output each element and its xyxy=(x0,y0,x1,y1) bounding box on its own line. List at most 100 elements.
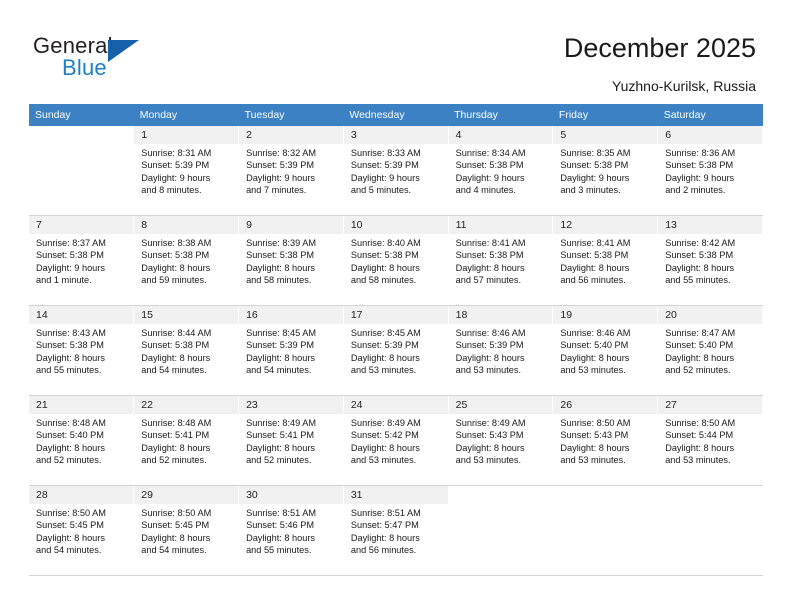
daylight-duration-line2: and 56 minutes. xyxy=(350,545,417,556)
calendar-day-cell[interactable]: 10 Sunrise: 8:40 AM Sunset: 5:38 PM Dayligh… xyxy=(343,215,449,306)
daylight-duration-line1: Daylight: 8 hours xyxy=(560,352,630,363)
calendar-day-cell[interactable]: 11 Sunrise: 8:41 AM Sunset: 5:38 PM Dayligh… xyxy=(448,215,554,306)
sunrise-time: Sunrise: 8:49 AM xyxy=(246,418,317,428)
calendar-day-cell[interactable] xyxy=(29,126,135,216)
sunset-time: Sunset: 5:38 PM xyxy=(455,250,524,261)
day-detail: Sunrise: 8:47 AM Sunset: 5:40 PM Daylight:… xyxy=(658,324,762,377)
calendar-day-cell[interactable]: 2 Sunrise: 8:32 AM Sunset: 5:39 PM Daylight… xyxy=(238,126,344,216)
sunset-time: Sunset: 5:39 PM xyxy=(455,340,524,351)
sunrise-time: Sunrise: 8:45 AM xyxy=(350,328,421,338)
calendar-day-cell[interactable]: 3 Sunrise: 8:33 AM Sunset: 5:39 PM Daylight… xyxy=(343,126,449,216)
calendar-day-cell[interactable]: 1 Sunrise: 8:31 AM Sunset: 5:39 PM Daylight… xyxy=(133,126,240,216)
calendar-day-cell[interactable]: 12 Sunrise: 8:41 AM Sunset: 5:38 PM Dayligh… xyxy=(552,215,659,306)
daylight-duration-line1: Daylight: 9 hours xyxy=(665,172,735,183)
calendar-day-cell[interactable]: 5 Sunrise: 8:35 AM Sunset: 5:38 PM Daylight… xyxy=(552,126,659,216)
calendar-day-cell[interactable]: 7 Sunrise: 8:37 AM Sunset: 5:38 PM Daylight… xyxy=(29,215,135,306)
calendar-day-cell[interactable]: 25 Sunrise: 8:49 AM Sunset: 5:43 PM Dayligh… xyxy=(448,395,554,486)
calendar-day-content: 18 Sunrise: 8:46 AM Sunset: 5:39 PM Dayligh… xyxy=(448,306,553,395)
calendar-day-cell[interactable]: 29 Sunrise: 8:50 AM Sunset: 5:45 PM Dayligh… xyxy=(133,485,240,576)
sunset-time: Sunset: 5:38 PM xyxy=(246,250,314,261)
sunrise-time: Sunrise: 8:43 AM xyxy=(36,328,106,338)
calendar-day-cell[interactable] xyxy=(552,485,659,576)
day-number: 25 xyxy=(448,396,553,414)
day-detail: Sunrise: 8:37 AM Sunset: 5:38 PM Daylight:… xyxy=(29,234,133,287)
sunset-time: Sunset: 5:39 PM xyxy=(246,340,314,351)
day-number: 19 xyxy=(553,306,658,324)
sunset-time: Sunset: 5:38 PM xyxy=(141,250,210,261)
sunset-time: Sunset: 5:38 PM xyxy=(455,160,524,171)
calendar-day-empty xyxy=(553,486,658,575)
weekday-header-monday: Monday xyxy=(133,104,239,126)
sunrise-time: Sunrise: 8:41 AM xyxy=(455,238,526,248)
daylight-duration-line2: and 8 minutes. xyxy=(141,185,202,196)
daylight-duration-line1: Daylight: 9 hours xyxy=(141,172,211,183)
calendar-day-cell[interactable]: 22 Sunrise: 8:48 AM Sunset: 5:41 PM Dayligh… xyxy=(133,395,240,486)
daylight-duration-line1: Daylight: 8 hours xyxy=(36,442,105,453)
daylight-duration-line1: Daylight: 8 hours xyxy=(350,532,420,543)
sunset-time: Sunset: 5:39 PM xyxy=(350,160,419,171)
calendar-day-content: 8 Sunrise: 8:38 AM Sunset: 5:38 PM Daylight… xyxy=(134,216,239,305)
calendar-day-cell[interactable]: 17 Sunrise: 8:45 AM Sunset: 5:39 PM Dayligh… xyxy=(343,305,449,396)
day-number: 5 xyxy=(553,126,658,144)
day-number: 17 xyxy=(343,306,448,324)
day-number: 26 xyxy=(553,396,658,414)
weekday-header-friday: Friday xyxy=(552,104,658,126)
day-detail: Sunrise: 8:41 AM Sunset: 5:38 PM Daylight:… xyxy=(449,234,553,287)
calendar-day-cell[interactable]: 18 Sunrise: 8:46 AM Sunset: 5:39 PM Dayligh… xyxy=(448,305,554,396)
calendar-body: 1 Sunrise: 8:31 AM Sunset: 5:39 PM Daylight… xyxy=(29,126,763,576)
calendar-day-cell[interactable]: 16 Sunrise: 8:45 AM Sunset: 5:39 PM Dayligh… xyxy=(238,305,344,396)
generalblue-logo[interactable]: General Blue xyxy=(33,33,213,83)
calendar-day-cell[interactable]: 15 Sunrise: 8:44 AM Sunset: 5:38 PM Dayligh… xyxy=(133,305,240,396)
sunset-time: Sunset: 5:45 PM xyxy=(141,520,210,531)
daylight-duration-line2: and 2 minutes. xyxy=(665,185,726,196)
day-detail: Sunrise: 8:50 AM Sunset: 5:43 PM Daylight:… xyxy=(553,414,657,467)
calendar-day-cell[interactable]: 4 Sunrise: 8:34 AM Sunset: 5:38 PM Daylight… xyxy=(448,126,554,216)
calendar-day-cell[interactable]: 30 Sunrise: 8:51 AM Sunset: 5:46 PM Dayligh… xyxy=(238,485,344,576)
calendar-day-cell[interactable]: 13 Sunrise: 8:42 AM Sunset: 5:38 PM Dayligh… xyxy=(657,215,763,306)
day-number: 14 xyxy=(29,306,134,324)
sunset-time: Sunset: 5:39 PM xyxy=(141,160,210,171)
daylight-duration-line2: and 7 minutes. xyxy=(246,185,307,196)
calendar-day-cell[interactable] xyxy=(448,485,554,576)
calendar-day-content: 27 Sunrise: 8:50 AM Sunset: 5:44 PM Dayligh… xyxy=(658,396,762,485)
calendar-day-cell[interactable]: 20 Sunrise: 8:47 AM Sunset: 5:40 PM Dayligh… xyxy=(657,305,763,396)
sunset-time: Sunset: 5:38 PM xyxy=(36,250,104,261)
day-number: 4 xyxy=(448,126,553,144)
calendar-day-cell[interactable]: 27 Sunrise: 8:50 AM Sunset: 5:44 PM Dayligh… xyxy=(657,395,763,486)
calendar-day-cell[interactable]: 8 Sunrise: 8:38 AM Sunset: 5:38 PM Daylight… xyxy=(133,215,240,306)
sunrise-time: Sunrise: 8:45 AM xyxy=(246,328,317,338)
calendar-day-cell[interactable]: 28 Sunrise: 8:50 AM Sunset: 5:45 PM Dayligh… xyxy=(29,485,135,576)
calendar-day-cell[interactable]: 26 Sunrise: 8:50 AM Sunset: 5:43 PM Dayligh… xyxy=(552,395,659,486)
sunset-time: Sunset: 5:46 PM xyxy=(246,520,314,531)
calendar-day-cell[interactable]: 6 Sunrise: 8:36 AM Sunset: 5:38 PM Daylight… xyxy=(657,126,763,216)
sunrise-time: Sunrise: 8:42 AM xyxy=(665,238,736,248)
calendar-header-row: Sunday Monday Tuesday Wednesday Thursday… xyxy=(29,104,763,126)
calendar-day-content: 24 Sunrise: 8:49 AM Sunset: 5:42 PM Dayligh… xyxy=(343,396,448,485)
calendar-day-content: 13 Sunrise: 8:42 AM Sunset: 5:38 PM Dayligh… xyxy=(658,216,762,305)
daylight-duration-line2: and 57 minutes. xyxy=(455,275,522,286)
daylight-duration-line2: and 56 minutes. xyxy=(560,275,626,286)
calendar-day-cell[interactable]: 24 Sunrise: 8:49 AM Sunset: 5:42 PM Dayligh… xyxy=(343,395,449,486)
calendar-day-cell[interactable]: 14 Sunrise: 8:43 AM Sunset: 5:38 PM Dayligh… xyxy=(29,305,135,396)
day-detail: Sunrise: 8:51 AM Sunset: 5:46 PM Daylight:… xyxy=(239,504,343,557)
sunset-time: Sunset: 5:42 PM xyxy=(350,430,419,441)
calendar-day-cell[interactable]: 23 Sunrise: 8:49 AM Sunset: 5:41 PM Dayligh… xyxy=(238,395,344,486)
calendar-day-cell[interactable]: 9 Sunrise: 8:39 AM Sunset: 5:38 PM Daylight… xyxy=(238,215,344,306)
sunset-time: Sunset: 5:47 PM xyxy=(350,520,419,531)
daylight-duration-line2: and 53 minutes. xyxy=(350,455,417,466)
calendar-day-cell[interactable]: 19 Sunrise: 8:46 AM Sunset: 5:40 PM Dayligh… xyxy=(552,305,659,396)
daylight-duration-line1: Daylight: 8 hours xyxy=(141,442,211,453)
calendar-day-cell[interactable] xyxy=(657,485,763,576)
weekday-header-thursday: Thursday xyxy=(448,104,553,126)
calendar-page: General Blue December 2025 Yuzhno-Kurils… xyxy=(0,0,792,612)
daylight-duration-line2: and 52 minutes. xyxy=(665,365,731,376)
sunset-time: Sunset: 5:38 PM xyxy=(141,340,210,351)
logo-text-blue: Blue xyxy=(62,55,107,80)
calendar-day-cell[interactable]: 21 Sunrise: 8:48 AM Sunset: 5:40 PM Dayligh… xyxy=(29,395,135,486)
day-number: 20 xyxy=(658,306,762,324)
sunrise-time: Sunrise: 8:44 AM xyxy=(141,328,212,338)
calendar-day-cell[interactable]: 31 Sunrise: 8:51 AM Sunset: 5:47 PM Dayligh… xyxy=(343,485,449,576)
calendar-day-content: 2 Sunrise: 8:32 AM Sunset: 5:39 PM Daylight… xyxy=(239,126,343,215)
sunrise-time: Sunrise: 8:35 AM xyxy=(560,148,631,158)
daylight-duration-line2: and 53 minutes. xyxy=(560,365,626,376)
